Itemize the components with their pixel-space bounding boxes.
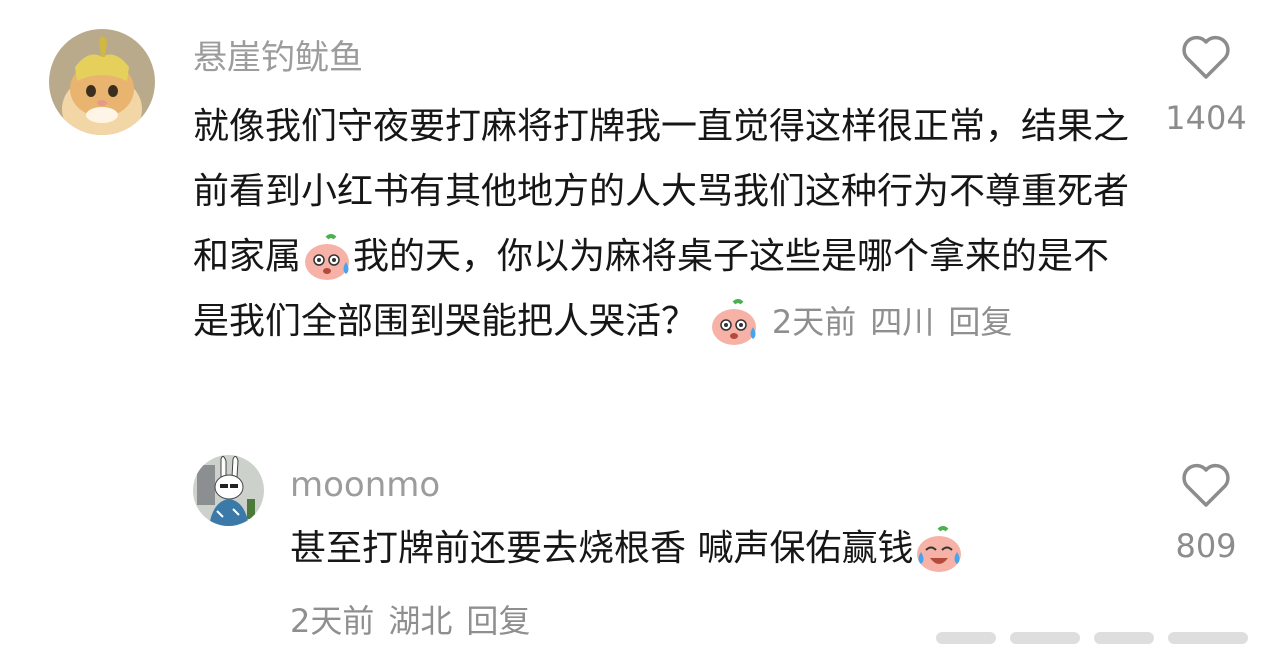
comment-location: 四川 [870,303,935,341]
comment-text: 甚至打牌前还要去烧根香 喊声保佑赢钱 [290,516,1110,581]
heart-icon [1182,35,1230,79]
username[interactable]: 悬崖钓鱿鱼 [193,38,363,78]
like-count: 809 [1175,527,1237,565]
watermark-icon [936,632,1248,644]
comment-location: 湖北 [388,602,453,640]
sweat-peach-emoji [708,297,760,349]
comment-time: 2天前 [771,303,857,341]
sweat-peach-emoji [301,232,353,284]
reply-button[interactable]: 回复 [466,602,530,640]
username[interactable]: moonmo [290,465,440,505]
user-avatar[interactable] [49,29,155,135]
like-count: 1404 [1165,99,1247,137]
comment-text: 就像我们守夜要打麻将打牌我一直觉得这样很正常，结果之前看到小红书有其他地方的人大… [193,94,1133,355]
user-avatar[interactable] [193,455,264,526]
like-button[interactable]: 809 [1160,462,1252,566]
comment-text-content: 甚至打牌前还要去烧根香 喊声保佑赢钱 [290,528,914,569]
heart-icon [1182,463,1230,507]
reply-button[interactable]: 回复 [948,303,1012,341]
comment-meta: 2天前 四川 回复 [772,303,1026,341]
crying-laughing-peach-emoji [913,524,965,576]
comment-meta: 2天前 湖北 回复 [290,596,544,642]
like-button[interactable]: 1404 [1160,34,1252,138]
comment-time: 2天前 [290,602,375,640]
